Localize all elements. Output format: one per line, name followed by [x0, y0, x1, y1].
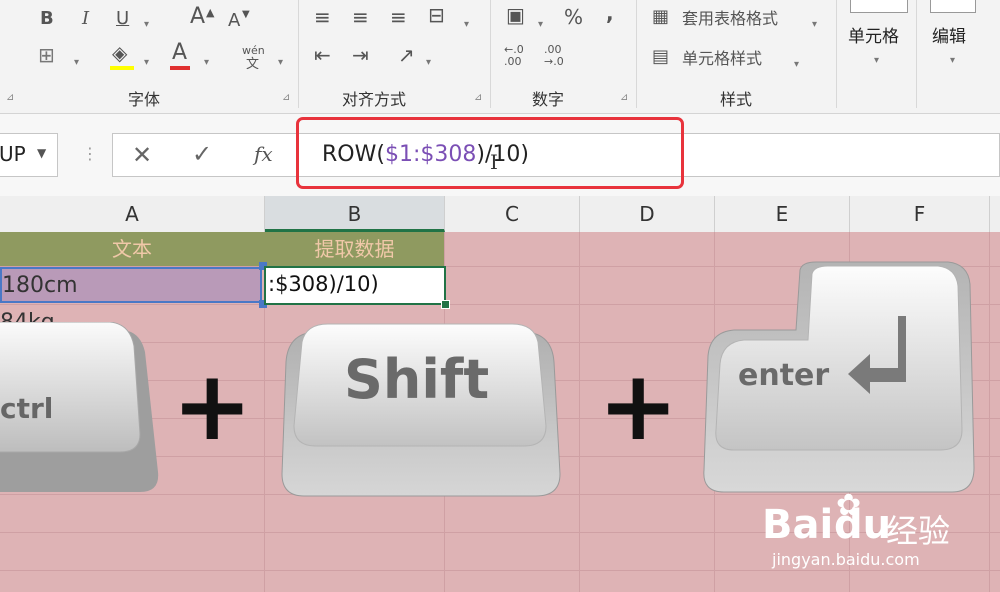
- gridline: [579, 232, 580, 592]
- editing-button[interactable]: 编辑: [932, 22, 966, 47]
- underline-dropdown-icon[interactable]: ▾: [144, 14, 149, 36]
- table-format-icon: ▦: [652, 6, 670, 27]
- grow-arrow-icon: ▲: [206, 6, 215, 19]
- font-color-dropdown-icon[interactable]: ▾: [204, 52, 209, 74]
- watermark-url: jingyan.baidu.com: [772, 550, 920, 569]
- font-color-button[interactable]: A: [172, 42, 187, 64]
- cell-b2-value: :$308)/10): [268, 272, 379, 296]
- styles-group-label: 样式: [720, 90, 753, 109]
- cells-icon: [850, 0, 908, 13]
- orientation-icon[interactable]: ↗: [398, 44, 415, 66]
- number-launcher-icon[interactable]: ⊿: [620, 92, 628, 103]
- name-box-dropdown-icon[interactable]: ▼: [37, 146, 46, 160]
- font-color-swatch: [170, 66, 190, 70]
- phonetic-sub: 文: [246, 57, 260, 72]
- cell-a1[interactable]: 文本: [0, 232, 264, 266]
- italic-button[interactable]: I: [82, 8, 89, 30]
- fill-handle[interactable]: [441, 300, 450, 309]
- decrease-decimal-button[interactable]: .00 →.0: [544, 44, 574, 68]
- align-center-icon[interactable]: ≡: [352, 6, 369, 28]
- cells-button[interactable]: 单元格: [848, 22, 899, 47]
- cell-b1[interactable]: 提取数据: [265, 232, 444, 266]
- column-header-e[interactable]: E: [715, 196, 850, 232]
- editing-icon: [930, 0, 976, 13]
- border-dropdown-icon[interactable]: ▾: [74, 52, 79, 74]
- column-header-f[interactable]: F: [850, 196, 990, 232]
- shrink-arrow-icon: ▼: [242, 9, 250, 20]
- table-format-button[interactable]: 套用表格格式: [682, 8, 778, 30]
- underline-button[interactable]: U: [116, 8, 129, 30]
- column-headers: A B C D E F: [0, 196, 1000, 233]
- plus-sign-2: +: [598, 350, 679, 462]
- merge-dropdown-icon[interactable]: ▾: [464, 14, 469, 36]
- cell-b2-editing[interactable]: :$308)/10): [264, 266, 446, 305]
- column-header-a[interactable]: A: [0, 196, 265, 232]
- cell-styles-button[interactable]: 单元格样式: [682, 48, 762, 70]
- cell-a2-value: 180cm: [2, 273, 78, 298]
- watermark-brand: Bai: [762, 502, 834, 548]
- table-format-dropdown-icon[interactable]: ▾: [812, 14, 817, 36]
- separator: [916, 0, 917, 108]
- shift-key-label: Shift: [344, 348, 490, 411]
- font-launcher-icon[interactable]: ⊿: [282, 92, 290, 103]
- align-launcher-icon[interactable]: ⊿: [474, 92, 482, 103]
- comma-button[interactable]: ,: [606, 2, 614, 24]
- decrease-indent-icon[interactable]: ⇤: [314, 44, 331, 66]
- separator: [298, 0, 299, 108]
- watermark-brand-2: du: [834, 502, 892, 548]
- font-group-label: 字体: [128, 90, 161, 109]
- fill-color-icon[interactable]: ◈: [112, 42, 127, 64]
- align-right-icon[interactable]: ≡: [390, 6, 407, 28]
- ctrl-key-label: ctrl: [0, 392, 54, 425]
- baidu-watermark: Bai ✿ du 经验 jingyan.baidu.com: [762, 488, 998, 569]
- bold-button[interactable]: B: [40, 8, 54, 30]
- watermark-brand-cn: 经验: [886, 512, 951, 550]
- column-header-c[interactable]: C: [445, 196, 580, 232]
- cells-dropdown-icon[interactable]: ▾: [874, 50, 879, 72]
- separator: [836, 0, 837, 108]
- plus-sign-1: +: [172, 350, 253, 462]
- column-header-b[interactable]: B: [265, 196, 445, 232]
- align-left-icon[interactable]: ≡: [314, 6, 331, 28]
- increase-indent-icon[interactable]: ⇥: [352, 44, 369, 66]
- separator: [636, 0, 637, 108]
- name-box[interactable]: UP ▼: [0, 133, 58, 177]
- number-group-label: 数字: [532, 90, 565, 109]
- clipboard-launcher-icon[interactable]: ⊿: [6, 92, 14, 103]
- gridline: [0, 570, 1000, 571]
- increase-decimal-button[interactable]: ←.0 .00: [504, 44, 534, 68]
- formula-highlight-box: [296, 117, 684, 189]
- percent-button[interactable]: %: [564, 6, 583, 28]
- shrink-font-button[interactable]: A: [228, 10, 240, 32]
- editing-dropdown-icon[interactable]: ▾: [950, 50, 955, 72]
- cancel-button[interactable]: ✕: [132, 141, 152, 169]
- enter-button[interactable]: ✓: [192, 140, 212, 168]
- border-icon[interactable]: ⊞: [38, 44, 55, 66]
- merge-center-icon[interactable]: ⊟: [428, 4, 445, 26]
- name-box-value: UP: [0, 142, 26, 166]
- phonetic-dropdown-icon[interactable]: ▾: [278, 52, 283, 74]
- grow-font-button[interactable]: A: [190, 6, 205, 28]
- cell-styles-dropdown-icon[interactable]: ▾: [794, 54, 799, 76]
- cell-styles-icon: ▤: [652, 46, 670, 67]
- orientation-dropdown-icon[interactable]: ▾: [426, 52, 431, 74]
- enter-key-label: enter: [738, 358, 830, 393]
- insert-function-button[interactable]: fx: [254, 142, 273, 166]
- cell-a2[interactable]: 180cm: [0, 267, 262, 303]
- separator: [490, 0, 491, 108]
- align-group-label: 对齐方式: [342, 90, 407, 109]
- currency-icon[interactable]: ▣: [506, 4, 525, 26]
- formula-bar-grip-icon[interactable]: ⋮: [82, 144, 98, 163]
- currency-dropdown-icon[interactable]: ▾: [538, 14, 543, 36]
- fill-dropdown-icon[interactable]: ▾: [144, 52, 149, 74]
- ribbon: B I U ▾ A ▲ A ▼ ⊞ ▾ ◈ ▾ A ▾ wén 文 ▾ 字体 ⊿…: [0, 0, 1000, 114]
- fill-color-swatch: [110, 66, 134, 70]
- column-header-d[interactable]: D: [580, 196, 715, 232]
